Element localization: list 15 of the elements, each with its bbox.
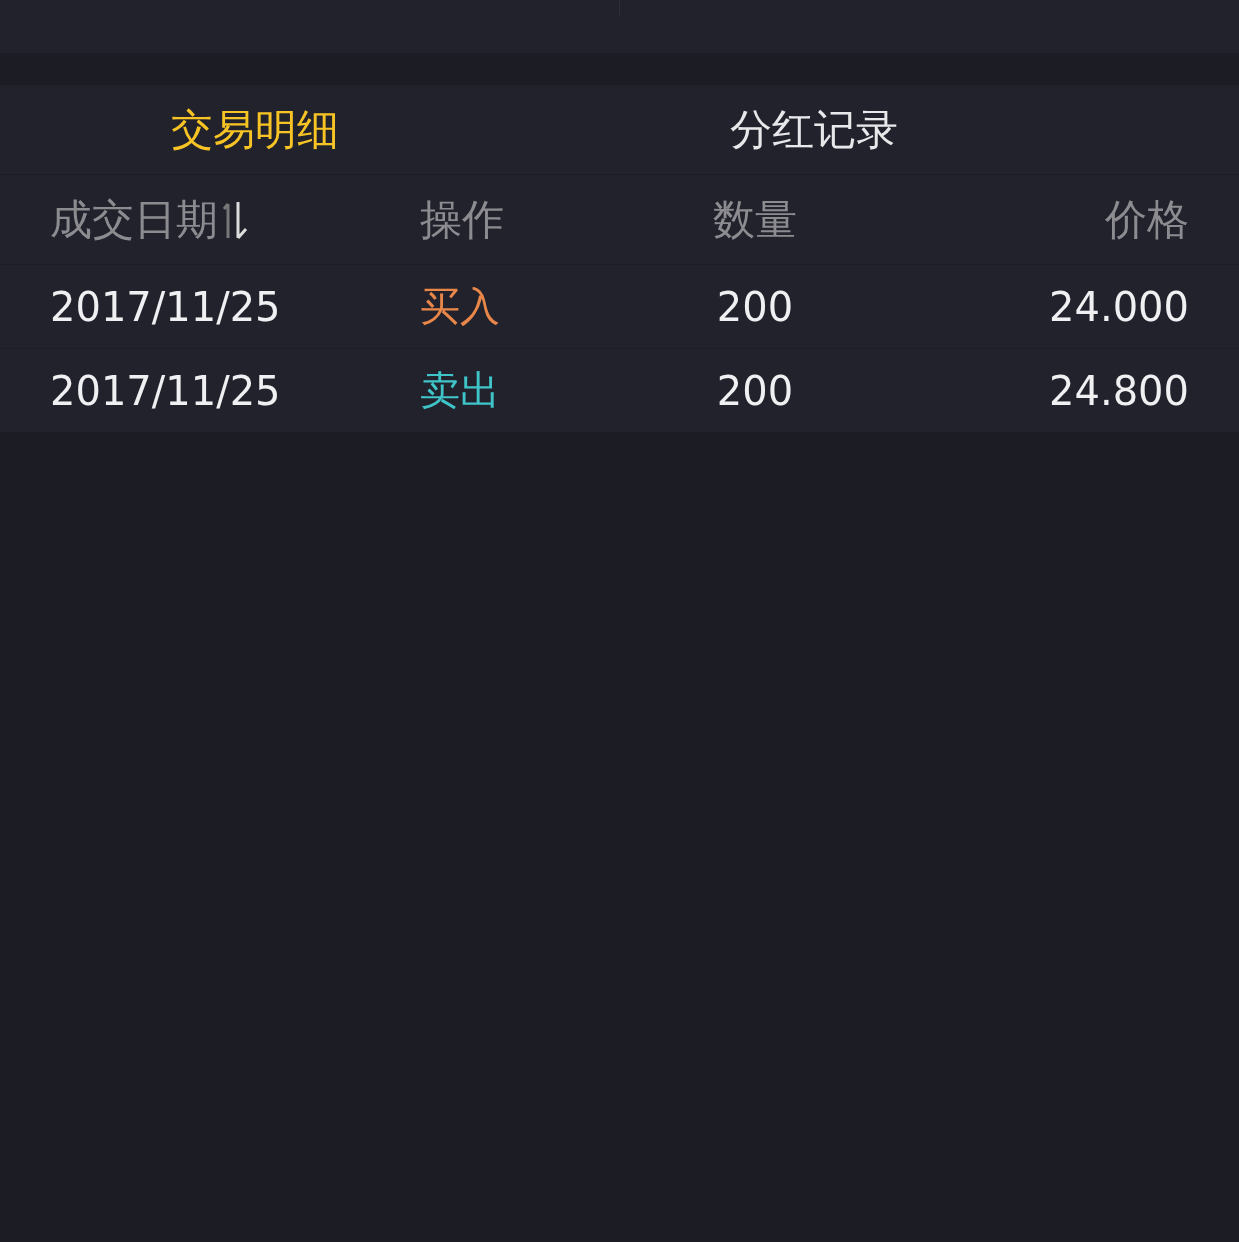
sort-icon[interactable] bbox=[222, 199, 248, 240]
column-header: 操作 bbox=[420, 194, 504, 244]
quantity-cell: 200 bbox=[716, 367, 794, 414]
tab[interactable]: 分红记录 bbox=[729, 101, 898, 158]
tab[interactable]: 交易明细 bbox=[170, 101, 339, 158]
price-cell: 24.800 bbox=[1049, 367, 1189, 414]
price-cell: 24.000 bbox=[1049, 283, 1189, 330]
date-cell: 2017/11/25 bbox=[50, 283, 281, 330]
column-header: 价格 bbox=[1105, 194, 1189, 244]
quantity-cell: 200 bbox=[716, 283, 794, 330]
column-header: 数量 bbox=[713, 194, 797, 244]
action-cell-text: 卖出 bbox=[419, 366, 500, 415]
column-header[interactable]: 成交日期 bbox=[50, 191, 218, 248]
date-cell: 2017/11/25 bbox=[50, 367, 281, 414]
action-cell-text: 买入 bbox=[419, 282, 500, 331]
